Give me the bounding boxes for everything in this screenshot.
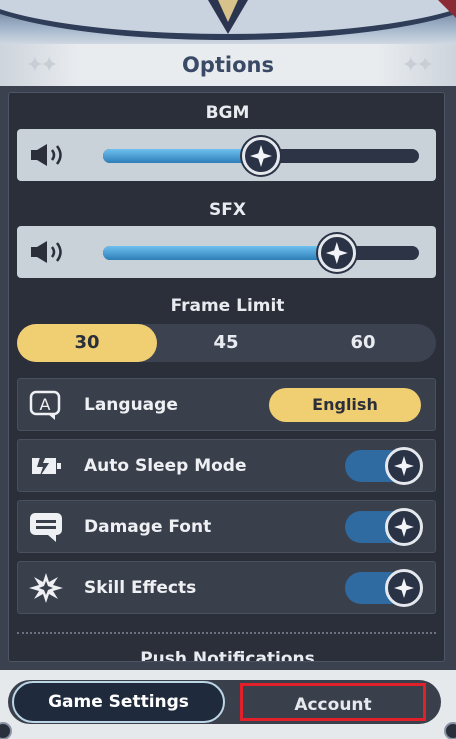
bgm-slider-handle[interactable] — [242, 137, 280, 175]
bgm-label: BGM — [205, 103, 250, 123]
frame-limit-option-45[interactable]: 45 — [156, 324, 296, 362]
tab-game-settings[interactable]: Game Settings — [12, 681, 225, 723]
auto-sleep-label: Auto Sleep Mode — [84, 456, 247, 476]
frame-limit-option-60[interactable]: 60 — [293, 324, 433, 362]
star-icon — [250, 145, 272, 167]
language-row: A Language English — [17, 378, 436, 431]
star-icon — [394, 517, 414, 537]
star-icon — [325, 242, 348, 264]
skill-effects-toggle[interactable] — [345, 569, 423, 607]
language-label: Language — [84, 395, 178, 415]
language-icon: A — [28, 389, 64, 421]
chat-bubble-icon — [28, 511, 64, 543]
bgm-slider-track[interactable] — [103, 137, 419, 175]
svg-text:A: A — [40, 395, 51, 414]
frame-limit-selector: 30 45 60 — [17, 324, 436, 362]
options-panel: BGM SFX Frame Limit 30 45 60 A Language … — [8, 92, 445, 662]
speaker-icon — [31, 144, 62, 166]
auto-sleep-toggle[interactable] — [345, 447, 423, 485]
damage-font-toggle[interactable] — [345, 508, 423, 546]
bgm-slider-row — [17, 129, 436, 181]
burst-icon — [28, 572, 64, 604]
tab-account[interactable]: Account — [240, 683, 426, 721]
top-ornament-frame — [0, 0, 456, 44]
damage-font-row: Damage Font — [17, 500, 436, 553]
frame-limit-option-30[interactable]: 30 — [17, 324, 157, 362]
sfx-slider-track[interactable] — [103, 234, 419, 272]
page-title: Options — [182, 53, 274, 77]
toggle-handle — [385, 508, 423, 546]
push-notifications-label: Push Notifications — [140, 649, 315, 662]
bgm-slider-fill — [103, 149, 261, 163]
sfx-slider-row — [17, 226, 436, 278]
skill-effects-row: Skill Effects — [17, 561, 436, 614]
sfx-slider-fill — [103, 246, 337, 260]
auto-sleep-row: Auto Sleep Mode — [17, 439, 436, 492]
sfx-slider-handle[interactable] — [317, 234, 356, 272]
star-icon — [394, 578, 414, 598]
section-divider — [17, 632, 436, 634]
speaker-icon — [31, 241, 62, 263]
toggle-handle — [385, 447, 423, 485]
battery-sleep-icon — [28, 450, 64, 482]
frame-limit-label: Frame Limit — [170, 296, 285, 316]
sfx-label: SFX — [209, 200, 246, 220]
corner-ornament-bottom-right — [444, 722, 456, 739]
skill-effects-label: Skill Effects — [84, 578, 197, 598]
toggle-handle — [385, 569, 423, 607]
star-icon — [394, 456, 414, 476]
language-select[interactable]: English — [269, 388, 421, 422]
damage-font-label: Damage Font — [84, 517, 212, 537]
